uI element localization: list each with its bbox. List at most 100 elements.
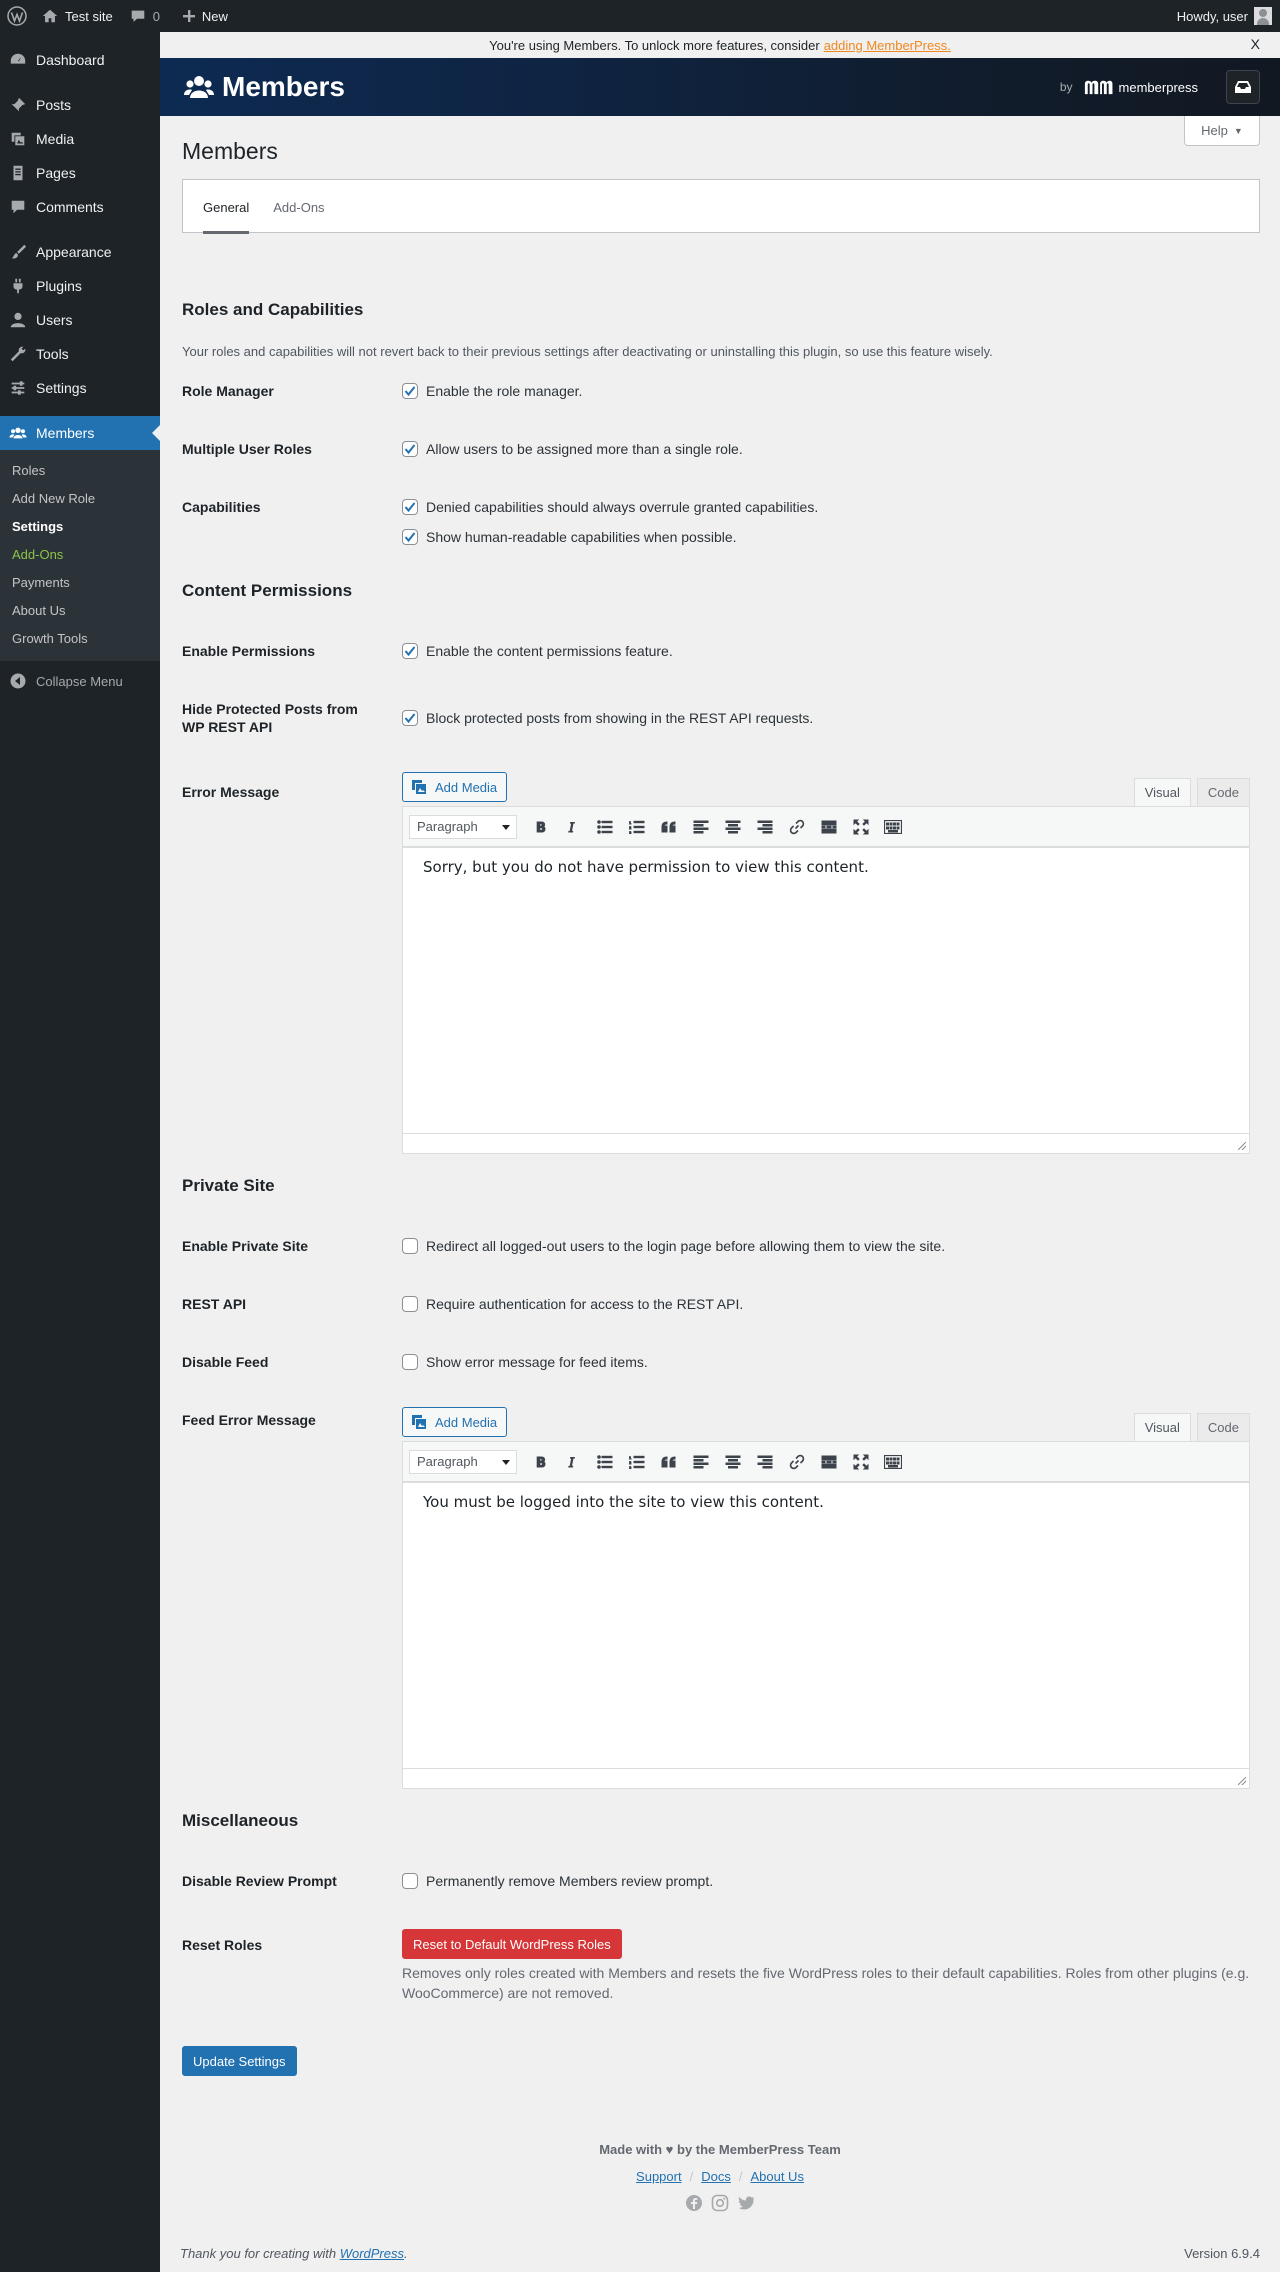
bold-icon[interactable]: B [527,1448,555,1476]
menu-comments[interactable]: Comments [0,190,160,224]
code-tab[interactable]: Code [1196,778,1250,807]
multiple-roles-checkbox[interactable] [402,441,418,457]
footer-wordpress-link[interactable]: WordPress [340,2246,404,2261]
rest-api-option[interactable]: Require authentication for access to the… [402,1295,743,1313]
tab-add-ons[interactable]: Add-Ons [273,180,324,234]
update-settings-button[interactable]: Update Settings [182,2046,297,2076]
review-prompt-option[interactable]: Permanently remove Members review prompt… [402,1872,713,1890]
capabilities-option-deny[interactable]: Denied capabilities should always overru… [402,498,818,516]
menu-media[interactable]: Media [0,122,160,156]
enable-permissions-checkbox[interactable] [402,643,418,659]
align-left-icon[interactable] [687,1448,715,1476]
toolbar-toggle-icon[interactable] [879,1448,907,1476]
inbox-button[interactable] [1226,70,1260,104]
submenu-add-ons[interactable]: Add-Ons [0,541,160,569]
add-media-button[interactable]: Add Media [402,1407,508,1437]
capabilities-option-readable[interactable]: Show human-readable capabilities when po… [402,528,818,546]
read-more-icon[interactable] [815,813,843,841]
enable-permissions-option[interactable]: Enable the content permissions feature. [402,642,673,660]
footer-link-about[interactable]: About Us [750,2169,803,2184]
add-media-icon [412,1415,426,1429]
multiple-roles-label: Multiple User Roles [182,441,312,457]
menu-users[interactable]: Users [0,303,160,337]
reset-roles-button[interactable]: Reset to Default WordPress Roles [402,1929,622,1959]
twitter-icon[interactable] [737,2194,755,2212]
private-site-option[interactable]: Redirect all logged-out users to the log… [402,1237,945,1255]
submenu-settings[interactable]: Settings [0,513,160,541]
submenu-about-us[interactable]: About Us [0,597,160,625]
notice-link[interactable]: adding MemberPress. [824,38,951,53]
rest-api-checkbox[interactable] [402,1296,418,1312]
align-right-icon[interactable] [751,813,779,841]
menu-tools[interactable]: Tools [0,337,160,371]
link-icon[interactable] [783,1448,811,1476]
wrench-icon [8,344,28,364]
menu-settings[interactable]: Settings [0,371,160,405]
disable-feed-option[interactable]: Show error message for feed items. [402,1353,648,1371]
facebook-icon[interactable] [685,2194,703,2212]
multiple-roles-option[interactable]: Allow users to be assigned more than a s… [402,440,743,458]
submenu-payments[interactable]: Payments [0,569,160,597]
menu-appearance[interactable]: Appearance [0,235,160,269]
align-right-icon[interactable] [751,1448,779,1476]
numbered-list-icon[interactable]: 123 [623,813,651,841]
footer-link-docs[interactable]: Docs [701,2169,731,2184]
footer-separator: / [738,2169,743,2184]
hide-rest-option[interactable]: Block protected posts from showing in th… [402,709,813,727]
editor-statusbar[interactable] [403,1768,1249,1788]
site-name-link[interactable]: Test site [33,0,121,32]
wp-logo-icon[interactable] [0,0,33,32]
private-site-checkbox[interactable] [402,1238,418,1254]
submenu-add-new-role[interactable]: Add New Role [0,485,160,513]
bullet-list-icon[interactable] [591,813,619,841]
add-media-button[interactable]: Add Media [402,772,508,802]
blockquote-icon[interactable] [655,1448,683,1476]
feed-error-content[interactable]: You must be logged into the site to view… [403,1482,1249,1768]
fullscreen-icon[interactable] [847,813,875,841]
read-more-icon[interactable] [815,1448,843,1476]
hide-rest-checkbox[interactable] [402,710,418,726]
align-center-icon[interactable] [719,813,747,841]
align-center-icon[interactable] [719,1448,747,1476]
numbered-list-icon[interactable]: 123 [623,1448,651,1476]
collapse-menu-button[interactable]: Collapse Menu [0,663,160,699]
error-message-content[interactable]: Sorry, but you do not have permission to… [403,847,1249,1133]
role-manager-option[interactable]: Enable the role manager. [402,382,582,400]
instagram-icon[interactable] [711,2194,729,2212]
review-prompt-checkbox[interactable] [402,1873,418,1889]
readable-capabilities-checkbox[interactable] [402,529,418,545]
footer-link-support[interactable]: Support [636,2169,682,2184]
new-content-link[interactable]: New [174,0,236,32]
bullet-list-icon[interactable] [591,1448,619,1476]
link-icon[interactable] [783,813,811,841]
disable-feed-checkbox[interactable] [402,1354,418,1370]
help-tab-button[interactable]: Help ▼ [1184,116,1260,146]
notice-close-button[interactable]: X [1251,36,1260,52]
align-left-icon[interactable] [687,813,715,841]
fullscreen-icon[interactable] [847,1448,875,1476]
deny-capabilities-checkbox[interactable] [402,499,418,515]
submenu-growth-tools[interactable]: Growth Tools [0,625,160,653]
bold-icon[interactable]: B [527,813,555,841]
submenu-roles[interactable]: Roles [0,457,160,485]
menu-posts[interactable]: Posts [0,88,160,122]
comments-link[interactable]: 0 [121,0,168,32]
italic-icon[interactable]: I [559,1448,587,1476]
blockquote-icon[interactable] [655,813,683,841]
code-tab[interactable]: Code [1196,1413,1250,1442]
my-account[interactable]: Howdy, user [1177,7,1280,25]
tab-general[interactable]: General [203,180,250,234]
toolbar-toggle-icon[interactable] [879,813,907,841]
menu-members[interactable]: Members [0,416,160,450]
format-select[interactable]: Paragraph [409,814,517,839]
editor-statusbar[interactable] [403,1133,1249,1153]
menu-label: Settings [36,380,87,396]
format-select[interactable]: Paragraph [409,1449,517,1474]
visual-tab[interactable]: Visual [1133,1413,1191,1442]
menu-dashboard[interactable]: Dashboard [0,43,160,77]
italic-icon[interactable]: I [559,813,587,841]
menu-plugins[interactable]: Plugins [0,269,160,303]
role-manager-checkbox[interactable] [402,383,418,399]
visual-tab[interactable]: Visual [1133,778,1191,807]
menu-pages[interactable]: Pages [0,156,160,190]
